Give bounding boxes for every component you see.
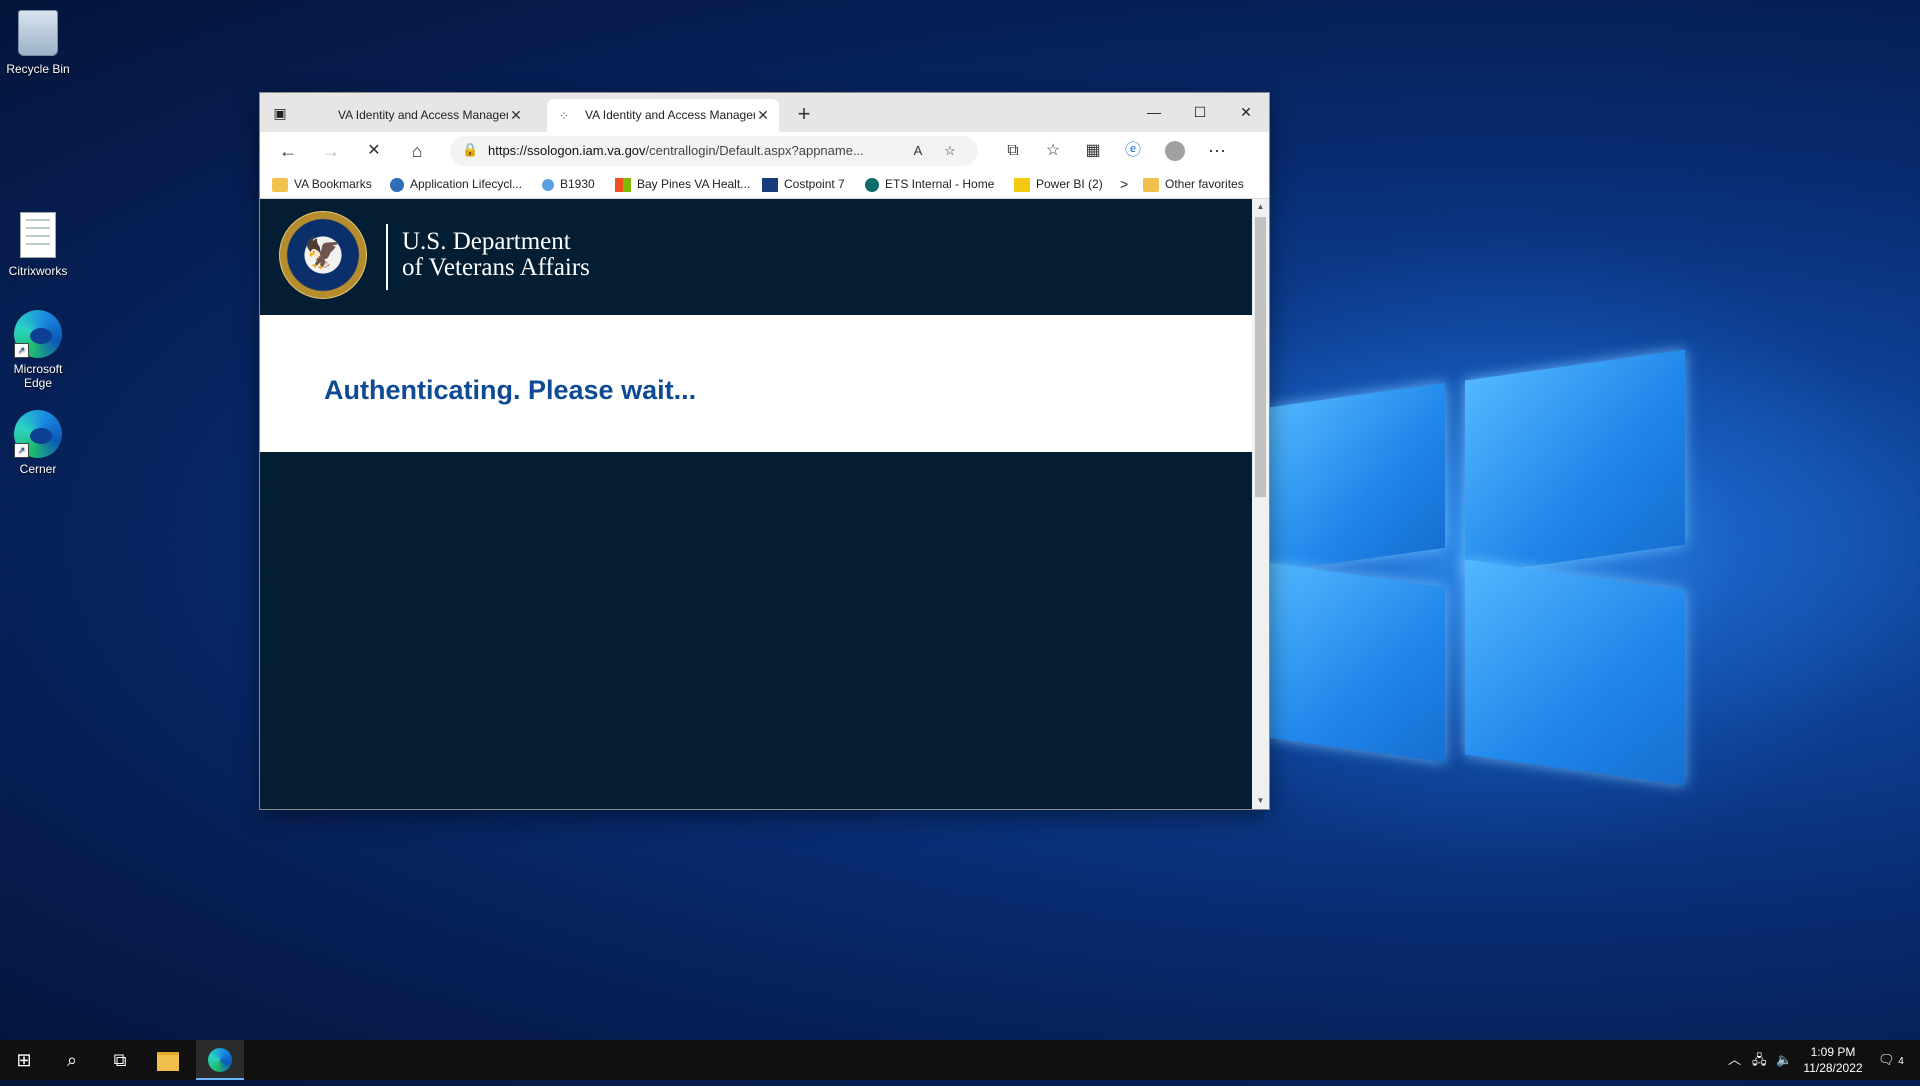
desktop-icon-label: Cerner [19,462,57,476]
va-seal-icon [279,211,367,299]
desktop-icon-cerner[interactable]: ↗ Cerner [0,410,76,476]
favorites-bar: VA Bookmarks Application Lifecycl... B19… [260,170,1269,199]
fav-ets-internal[interactable]: ETS Internal - Home [865,170,994,198]
notifications-button[interactable]: 🗨 4 [1876,1040,1906,1080]
clock[interactable]: 1:09 PM 11/28/2022 [1796,1044,1870,1076]
lock-icon[interactable]: 🔒 [462,142,478,158]
fav-application-lifecycle[interactable]: Application Lifecycl... [390,170,522,198]
desktop-icon-label: Microsoft Edge [13,362,63,390]
desktop-icon-recycle-bin[interactable]: Recycle Bin [0,8,76,76]
action-center-icon: 🗨 [1878,1052,1895,1067]
tab-close-icon[interactable]: ✕ [755,99,771,132]
fav-costpoint[interactable]: Costpoint 7 [762,170,845,198]
maximize-button[interactable]: ☐ [1177,93,1223,132]
minimize-button[interactable]: — [1131,93,1177,132]
collections-icon[interactable]: ▦ [1078,137,1108,165]
desktop-icon-citrixworks[interactable]: Citrixworks [0,210,76,278]
folder-icon [1143,177,1159,192]
new-tab-button[interactable]: + [790,101,818,129]
clock-time: 1:09 PM [1810,1045,1856,1059]
loading-spinner-icon: ⁘ [559,109,570,123]
scrollbar-thumb[interactable] [1255,217,1266,497]
browser-toolbar: ← → ✕ ⌂ 🔒 https://ssologon.iam.va.gov/ce… [260,132,1269,170]
costpoint-icon [762,177,778,192]
header-divider [386,224,388,290]
tab-title: VA Identity and Access Managem [338,108,508,122]
profile-button[interactable] [1160,137,1190,165]
task-view-icon[interactable]: ⧉ [96,1040,144,1080]
file-explorer-icon [157,1052,179,1071]
edge-icon [208,1048,232,1072]
scroll-down-icon[interactable]: ▼ [1252,793,1269,809]
favorites-icon[interactable]: ☆ [1038,137,1068,165]
tab-va-identity-1[interactable]: VA Identity and Access Managem ✕ [300,99,532,132]
fav-other-favorites[interactable]: Other favorites [1143,170,1244,198]
network-icon[interactable]: 🖧 [1752,1040,1767,1080]
close-window-button[interactable]: ✕ [1223,93,1269,132]
status-panel: Authenticating. Please wait... [260,315,1252,452]
clock-date: 11/28/2022 [1803,1061,1863,1075]
tab-strip: ▣ VA Identity and Access Managem ✕ ⁘ VA … [260,93,1269,132]
windows-wallpaper-logo [1260,340,1710,790]
ie-mode-icon[interactable]: ⓔ [1118,137,1148,165]
avatar [1165,141,1185,161]
tab-va-identity-2[interactable]: ⁘ VA Identity and Access Managem ✕ [547,99,779,132]
authenticating-message: Authenticating. Please wait... [324,375,697,405]
page-content: U.S. Department of Veterans Affairs Auth… [260,199,1252,809]
search-icon[interactable]: ⌕ [48,1040,96,1080]
powerbi-icon [1014,177,1030,192]
va-department-name: U.S. Department of Veterans Affairs [402,228,590,281]
recycle-bin-icon [18,10,58,56]
address-url: https://ssologon.iam.va.gov/centrallogin… [488,143,864,158]
desktop-icon-microsoft-edge[interactable]: ↗ Microsoft Edge [0,310,76,390]
tab-actions-icon[interactable]: ▣ [270,103,290,123]
volume-muted-icon[interactable]: 🔈 [1776,1040,1792,1080]
add-favorite-icon[interactable]: ☆ [938,139,962,163]
fav-bay-pines[interactable]: Bay Pines VA Healt... [615,170,750,198]
fav-power-bi[interactable]: Power BI (2) [1014,170,1103,198]
b1930-icon [542,178,554,191]
scroll-up-icon[interactable]: ▲ [1252,199,1269,215]
edge-taskbar-button[interactable] [196,1040,244,1080]
tray-chevron-icon[interactable]: ︿ [1728,1040,1741,1080]
sharepoint-icon [865,177,879,192]
page-scrollbar[interactable]: ▲ ▼ [1252,199,1269,809]
extensions-icon[interactable]: ⧉ [998,137,1028,165]
read-aloud-icon[interactable]: A [906,139,930,163]
forward-button[interactable]: → [316,137,346,165]
shortcut-arrow-icon: ↗ [14,343,29,358]
desktop-icon-label: Citrixworks [8,264,68,278]
back-button[interactable]: ← [273,137,303,165]
va-header: U.S. Department of Veterans Affairs [260,199,1252,315]
settings-more-button[interactable]: ⋯ [1202,137,1232,165]
address-bar[interactable]: 🔒 https://ssologon.iam.va.gov/centrallog… [450,136,978,166]
taskbar: ⊞ ⌕ ⧉ ︿ 🖧 🔈 1:09 PM 11/28/2022 🗨 4 [0,1040,1920,1080]
stop-loading-button[interactable]: ✕ [359,137,389,165]
home-button[interactable]: ⌂ [402,137,432,165]
document-icon [20,212,56,258]
start-button[interactable]: ⊞ [0,1040,48,1080]
tab-title: VA Identity and Access Managem [585,108,755,122]
microsoft-icon [615,177,631,192]
file-explorer-button[interactable] [144,1040,192,1080]
folder-icon [272,177,288,192]
app-lifecycle-icon [390,177,404,192]
notification-count-badge: 4 [1898,1056,1904,1067]
fav-b1930[interactable]: B1930 [542,170,595,198]
shortcut-arrow-icon: ↗ [14,443,29,458]
edge-browser-window: ▣ VA Identity and Access Managem ✕ ⁘ VA … [260,93,1269,809]
fav-va-bookmarks[interactable]: VA Bookmarks [272,170,372,198]
desktop-icon-label: Recycle Bin [6,62,70,76]
favorites-overflow-chevron-icon[interactable]: > [1120,170,1128,198]
tab-close-icon[interactable]: ✕ [508,99,524,132]
